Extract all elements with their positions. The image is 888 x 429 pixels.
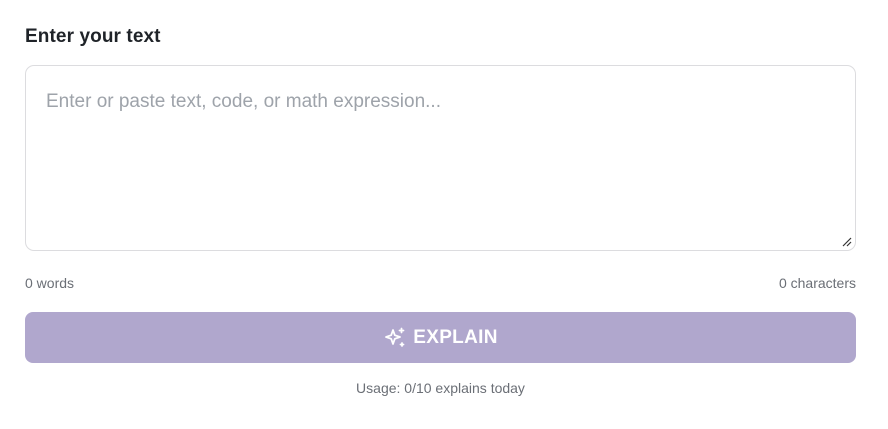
explain-button-label: EXPLAIN (413, 326, 498, 348)
character-count: 0 characters (778, 275, 856, 291)
usage-text: Usage: 0/10 explains today (356, 380, 525, 396)
sparkles-icon (383, 326, 407, 350)
word-count: 0 words (25, 275, 75, 291)
input-label: Enter your text (25, 26, 161, 47)
text-input[interactable] (26, 66, 855, 250)
resize-handle-icon[interactable] (842, 237, 852, 247)
text-input-container (25, 65, 856, 251)
explain-button[interactable]: EXPLAIN (25, 312, 856, 363)
